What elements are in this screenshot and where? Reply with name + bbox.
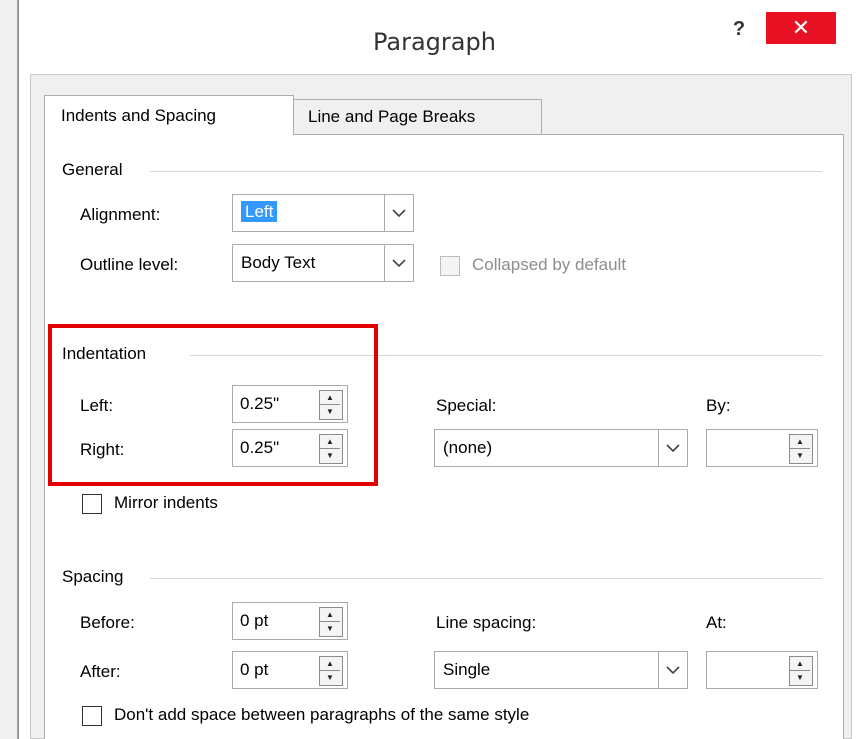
spinner-arrows-icon[interactable]: ▲ ▼ bbox=[789, 656, 813, 686]
dont-add-space-label: Don't add space between paragraphs of th… bbox=[114, 705, 530, 724]
spinner-arrows-icon[interactable]: ▲ ▼ bbox=[789, 434, 813, 464]
after-value: 0 pt bbox=[240, 660, 269, 679]
outline-level-label: Outline level: bbox=[80, 255, 179, 274]
general-divider bbox=[150, 171, 822, 172]
help-button[interactable]: ? bbox=[726, 18, 752, 44]
mirror-indents-label: Mirror indents bbox=[114, 493, 218, 512]
chevron-down-icon[interactable] bbox=[658, 652, 687, 688]
line-spacing-value: Single bbox=[443, 660, 491, 679]
by-spinner[interactable]: ▲ ▼ bbox=[706, 429, 818, 467]
special-label: Special: bbox=[436, 396, 497, 415]
tab-indents-and-spacing-label: Indents and Spacing bbox=[61, 106, 217, 125]
at-label: At: bbox=[706, 613, 727, 632]
spin-down-arrow-icon[interactable]: ▼ bbox=[790, 671, 810, 684]
before-label: Before: bbox=[80, 613, 135, 632]
after-spinner[interactable]: 0 pt ▲ ▼ bbox=[232, 651, 348, 689]
special-dropdown[interactable]: (none) bbox=[434, 429, 688, 467]
tab-line-and-page-breaks-label: Line and Page Breaks bbox=[308, 107, 476, 126]
highlight-annotation bbox=[48, 324, 378, 486]
after-label: After: bbox=[80, 662, 121, 681]
spin-up-arrow-icon[interactable]: ▲ bbox=[790, 657, 810, 671]
tab-line-and-page-breaks[interactable]: Line and Page Breaks bbox=[294, 99, 542, 135]
tab-indents-and-spacing[interactable]: Indents and Spacing bbox=[44, 95, 294, 135]
close-button[interactable]: ✕ bbox=[766, 12, 836, 44]
spacing-group-title: Spacing bbox=[62, 567, 130, 587]
spinner-arrows-icon[interactable]: ▲ ▼ bbox=[319, 656, 343, 686]
spin-up-arrow-icon[interactable]: ▲ bbox=[320, 657, 340, 671]
spin-down-arrow-icon[interactable]: ▼ bbox=[320, 671, 340, 684]
line-spacing-dropdown[interactable]: Single bbox=[434, 651, 688, 689]
alignment-value: Left bbox=[241, 201, 278, 222]
special-value: (none) bbox=[443, 438, 493, 457]
before-value: 0 pt bbox=[240, 611, 269, 630]
mirror-indents-checkbox[interactable] bbox=[82, 494, 102, 514]
outline-level-value: Body Text bbox=[241, 253, 316, 272]
outline-level-dropdown[interactable]: Body Text bbox=[232, 244, 414, 282]
chevron-down-icon[interactable] bbox=[658, 430, 687, 466]
collapsed-by-default-checkbox[interactable] bbox=[440, 256, 460, 276]
line-spacing-label: Line spacing: bbox=[436, 613, 537, 632]
spacing-divider bbox=[150, 578, 822, 579]
spin-down-arrow-icon[interactable]: ▼ bbox=[790, 449, 810, 462]
spinner-arrows-icon[interactable]: ▲ ▼ bbox=[319, 607, 343, 637]
chevron-down-icon[interactable] bbox=[384, 195, 413, 231]
at-spinner[interactable]: ▲ ▼ bbox=[706, 651, 818, 689]
alignment-dropdown[interactable]: Left bbox=[232, 194, 414, 232]
spin-down-arrow-icon[interactable]: ▼ bbox=[320, 622, 340, 635]
by-label: By: bbox=[706, 396, 731, 415]
before-spinner[interactable]: 0 pt ▲ ▼ bbox=[232, 602, 348, 640]
general-group-title: General bbox=[62, 160, 129, 180]
collapsed-by-default-label: Collapsed by default bbox=[472, 255, 627, 274]
chevron-down-icon[interactable] bbox=[384, 245, 413, 281]
dialog-title: Paragraph bbox=[373, 28, 496, 56]
dont-add-space-checkbox[interactable] bbox=[82, 706, 102, 726]
background-window-edge bbox=[0, 0, 18, 739]
alignment-label: Alignment: bbox=[80, 205, 161, 224]
spin-up-arrow-icon[interactable]: ▲ bbox=[790, 435, 810, 449]
spin-up-arrow-icon[interactable]: ▲ bbox=[320, 608, 340, 622]
